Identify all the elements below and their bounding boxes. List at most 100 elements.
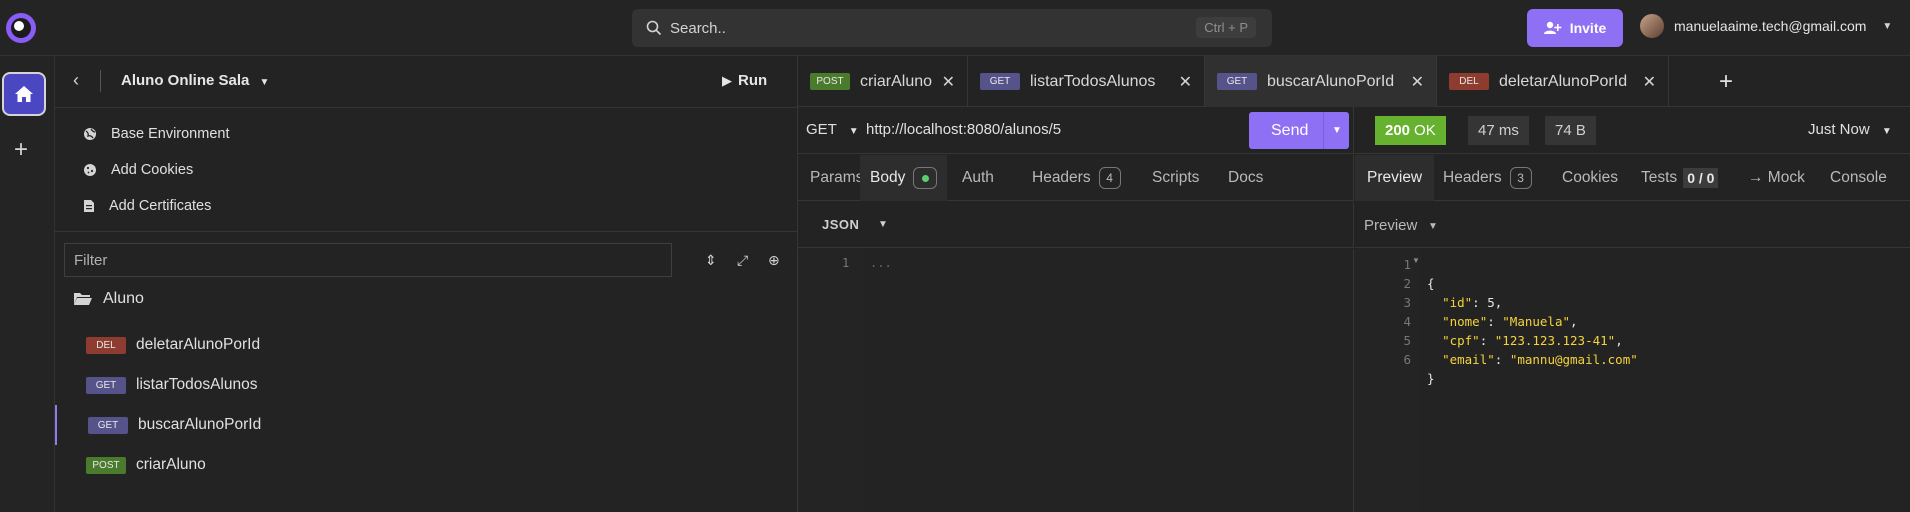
sidebar-header: ‹ Aluno Online Sala ▼ ▶ Run	[55, 56, 797, 108]
headers-count-badge: 3	[1509, 167, 1532, 189]
globe-icon	[84, 128, 96, 140]
search-bar[interactable]: Search.. Ctrl + P	[632, 9, 1272, 47]
headers-count-badge: 4	[1098, 167, 1121, 189]
search-shortcut: Ctrl + P	[1196, 17, 1256, 38]
chevron-down-icon[interactable]: ▼	[1332, 125, 1342, 136]
add-project-icon[interactable]: +	[14, 136, 28, 164]
chevron-down-icon[interactable]: ▼	[1428, 221, 1438, 232]
base-environment-item[interactable]: Base Environment	[55, 116, 797, 152]
collection-title[interactable]: Aluno Online Sala ▼	[121, 72, 269, 89]
send-label: Send	[1271, 121, 1309, 139]
response-subtabs: Preview Headers 3 Cookies Tests 0 / 0 → …	[1355, 155, 1910, 201]
send-button[interactable]: Send ▼	[1249, 112, 1349, 149]
fold-arrow-icon[interactable]: ▼	[1412, 256, 1420, 265]
request-name: listarTodosAlunos	[136, 376, 258, 393]
search-label: Search..	[670, 19, 726, 37]
folder-label: Aluno	[103, 290, 144, 307]
add-circle-icon[interactable]: ⊕	[768, 252, 780, 269]
response-status-bar: 200 OK 47 ms 74 B Just Now ▼	[1355, 107, 1910, 154]
back-icon[interactable]: ‹	[73, 70, 79, 91]
left-rail: +	[0, 56, 55, 512]
tab-label: deletarAlunoPorId	[1499, 72, 1628, 90]
search-icon	[646, 20, 662, 36]
sort-icon[interactable]: ⇕	[705, 252, 717, 269]
invite-label: Invite	[1569, 20, 1607, 36]
play-icon: ▶	[722, 73, 732, 88]
sidebar-request-deletarAlunoPorId[interactable]: DEL deletarAlunoPorId	[55, 325, 797, 365]
method-badge: POST	[810, 73, 850, 90]
request-tabs: POST criarAluno ✕ GET listarTodosAlunos …	[798, 56, 1910, 107]
tab-mock[interactable]: → Mock	[1748, 155, 1805, 201]
collection-sidebar: ‹ Aluno Online Sala ▼ ▶ Run Base Environm…	[55, 56, 798, 512]
sidebar-menu: Base Environment Add Cookies Add Certifi…	[55, 108, 797, 232]
tab-params[interactable]: Params	[810, 155, 863, 201]
url-bar: GET ▼ http://localhost:8080/alunos/5 Sen…	[798, 107, 1354, 154]
cookie-icon	[84, 164, 96, 176]
user-menu[interactable]: manuelaaime.tech@gmail.com ▼	[1640, 14, 1892, 38]
tab-deletarAlunoPorId[interactable]: DEL deletarAlunoPorId ✕	[1437, 56, 1669, 107]
history-dropdown[interactable]: Just Now ▼	[1808, 121, 1892, 138]
tab-docs[interactable]: Docs	[1228, 155, 1263, 201]
request-body-editor[interactable]: 1 ...	[798, 249, 1354, 512]
tab-label: buscarAlunoPorId	[1267, 72, 1395, 90]
line-gutter	[1355, 249, 1421, 512]
close-icon[interactable]: ✕	[942, 72, 955, 92]
response-time: 47 ms	[1468, 116, 1529, 145]
line-numbers: 1 2 3 4 5 6	[1403, 257, 1411, 367]
chevron-down-icon: ▼	[1881, 126, 1892, 137]
method-select[interactable]: GET ▼	[806, 121, 859, 138]
sidebar-request-buscarAlunoPorId[interactable]: GET buscarAlunoPorId	[55, 405, 797, 445]
response-size: 74 B	[1545, 116, 1596, 145]
home-icon	[15, 86, 33, 102]
editor-placeholder: ...	[870, 256, 892, 270]
menu-label: Add Cookies	[111, 162, 194, 178]
body-type-bar: JSON ▼	[798, 202, 1354, 248]
filter-input[interactable]	[64, 243, 672, 277]
add-cookies-item[interactable]: Add Cookies	[55, 152, 797, 188]
close-icon[interactable]: ✕	[1179, 72, 1192, 92]
tab-label: criarAluno	[860, 72, 933, 90]
tab-console[interactable]: Console	[1830, 155, 1887, 201]
run-button[interactable]: ▶ Run	[722, 72, 767, 89]
method-badge: DEL	[86, 336, 126, 354]
certificate-icon	[84, 200, 94, 212]
body-type-select[interactable]: JSON	[822, 217, 859, 232]
tab-buscarAlunoPorId[interactable]: GET buscarAlunoPorId ✕	[1205, 56, 1437, 107]
sidebar-request-criarAluno[interactable]: POST criarAluno	[55, 445, 797, 485]
tab-cookies[interactable]: Cookies	[1562, 155, 1618, 201]
new-tab-icon[interactable]: +	[1719, 68, 1733, 96]
expand-icon[interactable]: ⤢	[737, 252, 748, 269]
tab-criarAluno[interactable]: POST criarAluno ✕	[798, 56, 968, 107]
add-certificates-item[interactable]: Add Certificates	[55, 188, 797, 224]
add-user-icon	[1543, 21, 1562, 34]
folder-aluno[interactable]: Aluno	[73, 290, 144, 308]
top-bar: Search.. Ctrl + P Invite manuelaaime.tec…	[0, 0, 1910, 56]
tests-count-badge: 0 / 0	[1683, 168, 1719, 188]
close-icon[interactable]: ✕	[1411, 72, 1424, 92]
preview-mode-select[interactable]: Preview	[1364, 217, 1417, 234]
line-gutter	[798, 249, 864, 512]
close-icon[interactable]: ✕	[1643, 72, 1656, 92]
home-button[interactable]	[2, 72, 46, 116]
tab-tests[interactable]: Tests 0 / 0	[1641, 155, 1719, 201]
tab-response-headers[interactable]: Headers 3	[1443, 155, 1532, 201]
tab-auth[interactable]: Auth	[962, 155, 994, 201]
tab-scripts[interactable]: Scripts	[1152, 155, 1199, 201]
response-body-viewer[interactable]: ▼ 1 2 3 4 5 6 { "id": 5, "nome": "Manuel…	[1355, 249, 1910, 512]
app-logo-icon[interactable]	[6, 13, 36, 43]
menu-label: Base Environment	[111, 126, 230, 142]
url-input[interactable]: http://localhost:8080/alunos/5	[866, 121, 1061, 138]
tab-headers[interactable]: Headers 4	[1032, 155, 1121, 201]
menu-label: Add Certificates	[109, 198, 212, 214]
method-badge: GET	[86, 376, 126, 394]
body-status-dot	[913, 167, 938, 189]
tab-preview[interactable]: Preview	[1355, 155, 1435, 201]
chevron-down-icon[interactable]: ▼	[878, 219, 888, 230]
tab-body[interactable]: Body	[860, 155, 948, 201]
folder-open-icon	[74, 293, 92, 305]
sidebar-request-listarTodosAlunos[interactable]: GET listarTodosAlunos	[55, 365, 797, 405]
json-source: { "id": 5, "nome": "Manuela", "cpf": "12…	[1427, 276, 1638, 386]
status-badge: 200 OK	[1375, 116, 1446, 145]
invite-button[interactable]: Invite	[1527, 9, 1623, 47]
tab-listarTodosAlunos[interactable]: GET listarTodosAlunos ✕	[968, 56, 1205, 107]
